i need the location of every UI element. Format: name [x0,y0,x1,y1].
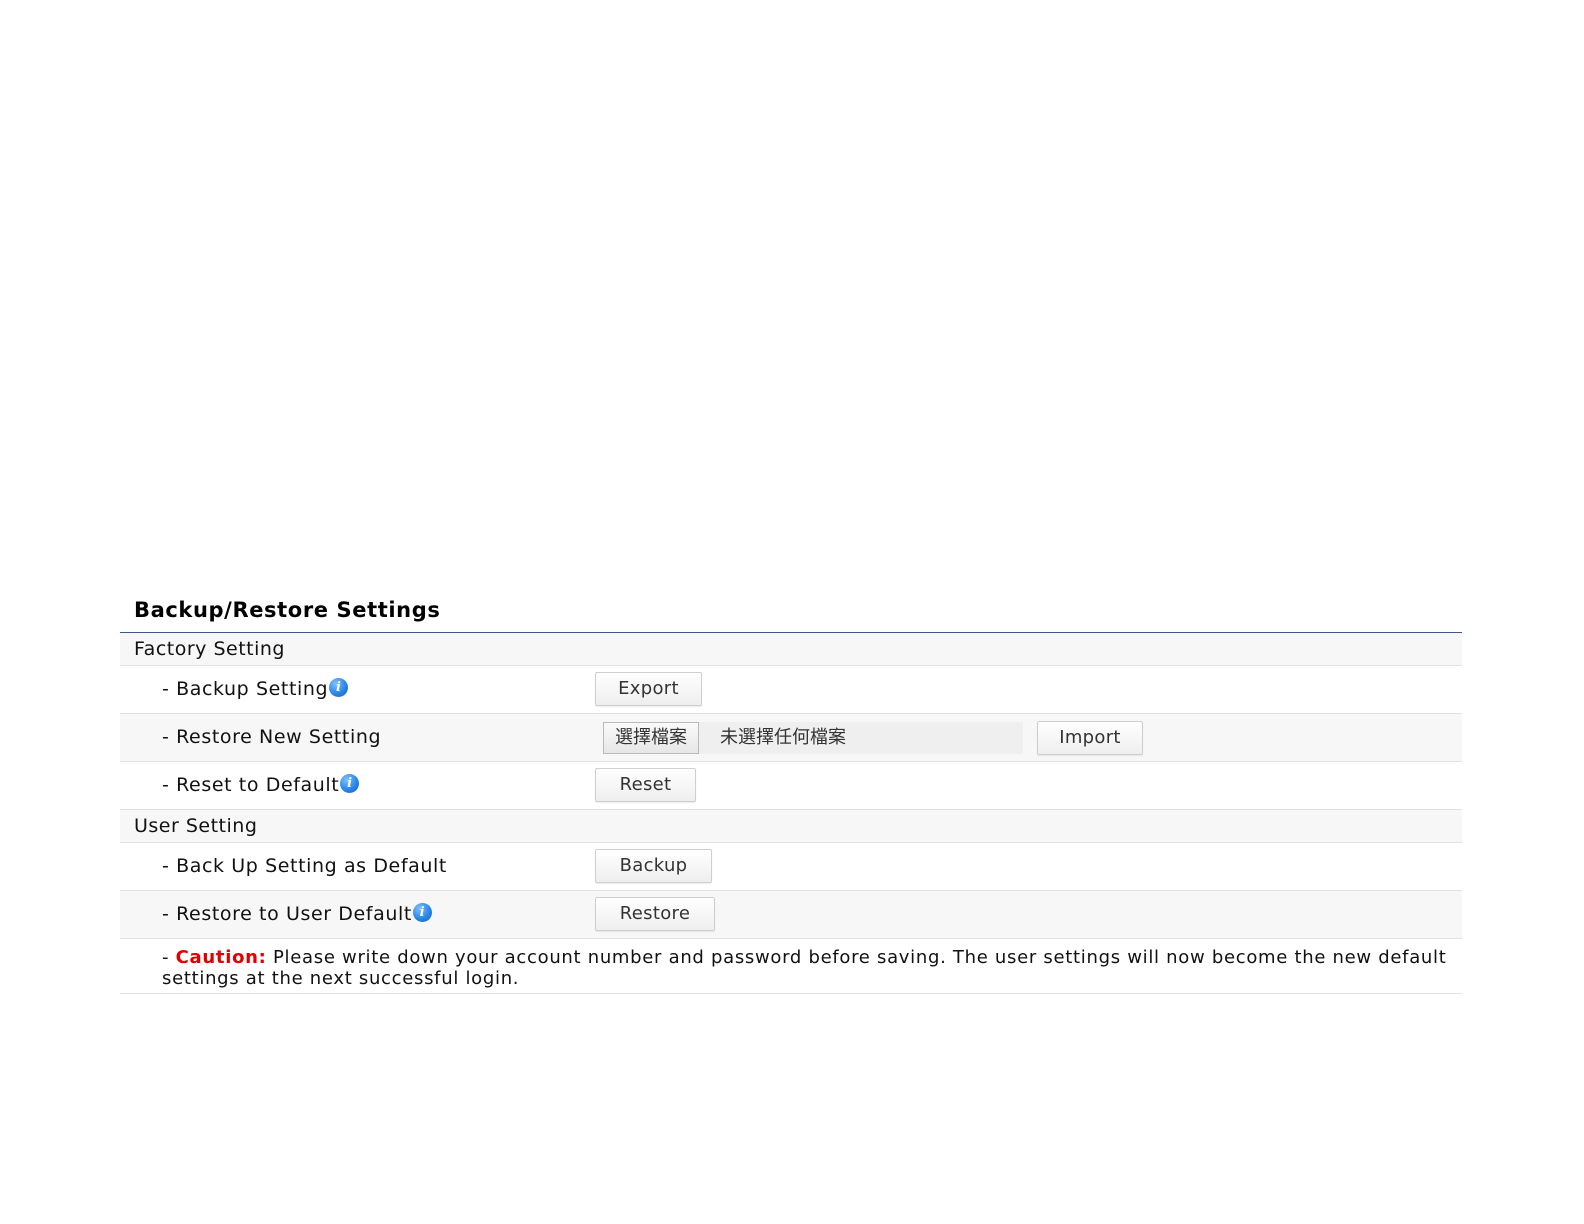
back-up-setting-as-default-label: - Back Up Setting as Default [162,855,447,877]
info-icon[interactable]: i [412,903,432,922]
caution-row: - Caution: Please write down your accoun… [120,939,1462,994]
import-button[interactable]: Import [1037,721,1143,755]
restore-button[interactable]: Restore [595,897,715,931]
info-icon[interactable]: i [329,678,349,697]
backup-restore-panel: Backup/Restore Settings Factory Setting … [120,596,1462,994]
export-button[interactable]: Export [595,672,702,706]
restore-to-user-default-label-wrap: - Restore to User Default i [162,891,432,938]
reset-button[interactable]: Reset [595,768,696,802]
restore-new-setting-label: - Restore New Setting [162,726,382,748]
file-picker[interactable]: 選擇檔案 未選擇任何檔案 [603,722,1023,754]
choose-file-button[interactable]: 選擇檔案 [603,722,699,754]
caution-message: - Caution: Please write down your accoun… [162,947,1452,989]
caution-prefix: - [162,947,176,968]
reset-to-default-label: - Reset to Default [162,774,340,796]
reset-to-default-label-wrap: - Reset to Default i [162,762,360,809]
info-icon[interactable]: i [340,774,360,793]
page-title: Backup/Restore Settings [120,596,1462,633]
row-restore-to-user-default: - Restore to User Default i Restore [120,891,1462,939]
caution-label: Caution: [175,947,267,968]
section-header-factory-setting: Factory Setting [120,633,1462,666]
row-restore-new-setting: - Restore New Setting 選擇檔案 未選擇任何檔案 Impor… [120,714,1462,762]
section-header-user-setting: User Setting [120,810,1462,843]
restore-to-user-default-label: - Restore to User Default [162,903,412,925]
row-backup-setting: - Backup Setting i Export [120,666,1462,714]
backup-button[interactable]: Backup [595,849,712,883]
backup-setting-label-wrap: - Backup Setting i [162,666,349,713]
row-back-up-setting-as-default: - Back Up Setting as Default Backup [120,843,1462,891]
caution-body: Please write down your account number an… [162,947,1447,989]
file-status-text: 未選擇任何檔案 [720,727,846,748]
row-reset-to-default: - Reset to Default i Reset [120,762,1462,810]
backup-setting-label: - Backup Setting [162,678,329,700]
